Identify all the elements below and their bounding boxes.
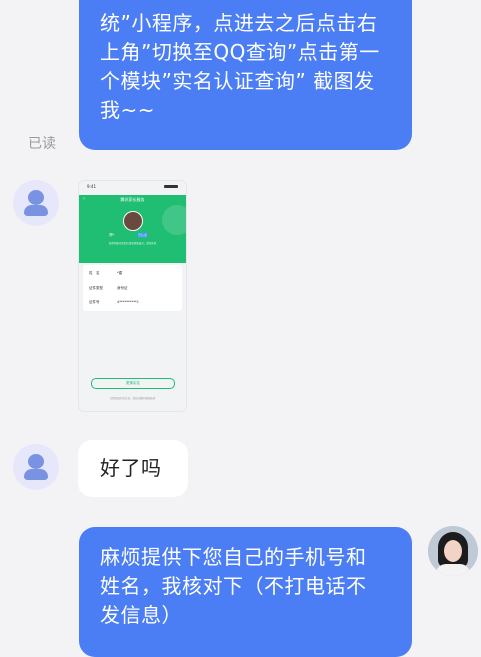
footer-text: 如需修改实名信息，请前往腾讯客服处理 [109,397,155,400]
person-icon [28,190,44,205]
face-shape [444,540,462,562]
row-label-1: 姓 名 [89,271,100,275]
row-value-3: 4**********1 [117,300,139,304]
hint-text: 仅用于账号实名信息查询及核对，请勿外泄 [108,242,157,245]
message-bubble-1[interactable]: 统”小程序，点进去之后点击右 上角”切换至QQ查询”点击第一 个模块”实名认证查… [79,0,412,150]
change-button[interactable]: 更换实名 [91,378,175,389]
shirt-shape [436,564,470,576]
screenshot-title: 腾讯家长服务 [120,197,145,202]
status-time: 9:41 [87,184,96,189]
message-text-4: 麻烦提供下您自己的手机号和 姓名，我核对下（不打电话不 发信息） [100,545,367,627]
verified-badge: 已认证 [137,233,149,237]
row-value-2: 身份证 [117,286,128,290]
image-message[interactable]: 9:41 ‹ 腾讯家长服务 郑* 已认证 仅用于账号实名信息查询及核对，请勿外泄… [78,180,187,412]
header-banner: ‹ 腾讯家长服务 郑* 已认证 仅用于账号实名信息查询及核对，请勿外泄 [79,195,186,263]
message-text-3: 好了吗 [100,456,162,480]
profile-photo [123,211,143,231]
profile-name: 郑* [109,233,115,237]
row-value-1: *建 [117,271,123,275]
message-bubble-3[interactable]: 好了吗 [78,440,188,497]
decor-circle [162,205,186,235]
row-label-3: 证件号 [89,300,100,304]
read-status: 已读 [28,136,56,152]
row-label-2: 证件类型 [89,286,103,290]
contact-avatar[interactable] [13,444,59,490]
message-bubble-4[interactable]: 麻烦提供下您自己的手机号和 姓名，我核对下（不打电话不 发信息） [79,527,412,657]
info-card: 姓 名 *建 证件类型 身份证 证件号 4**********1 [83,265,182,311]
person-icon [28,454,44,469]
contact-avatar[interactable] [13,180,59,226]
signal-icon [164,185,178,188]
change-button-label: 更换实名 [126,381,140,385]
my-avatar[interactable] [428,526,478,576]
message-text-1: 统”小程序，点进去之后点击右 上角”切换至QQ查询”点击第一 个模块”实名认证查… [100,11,380,122]
